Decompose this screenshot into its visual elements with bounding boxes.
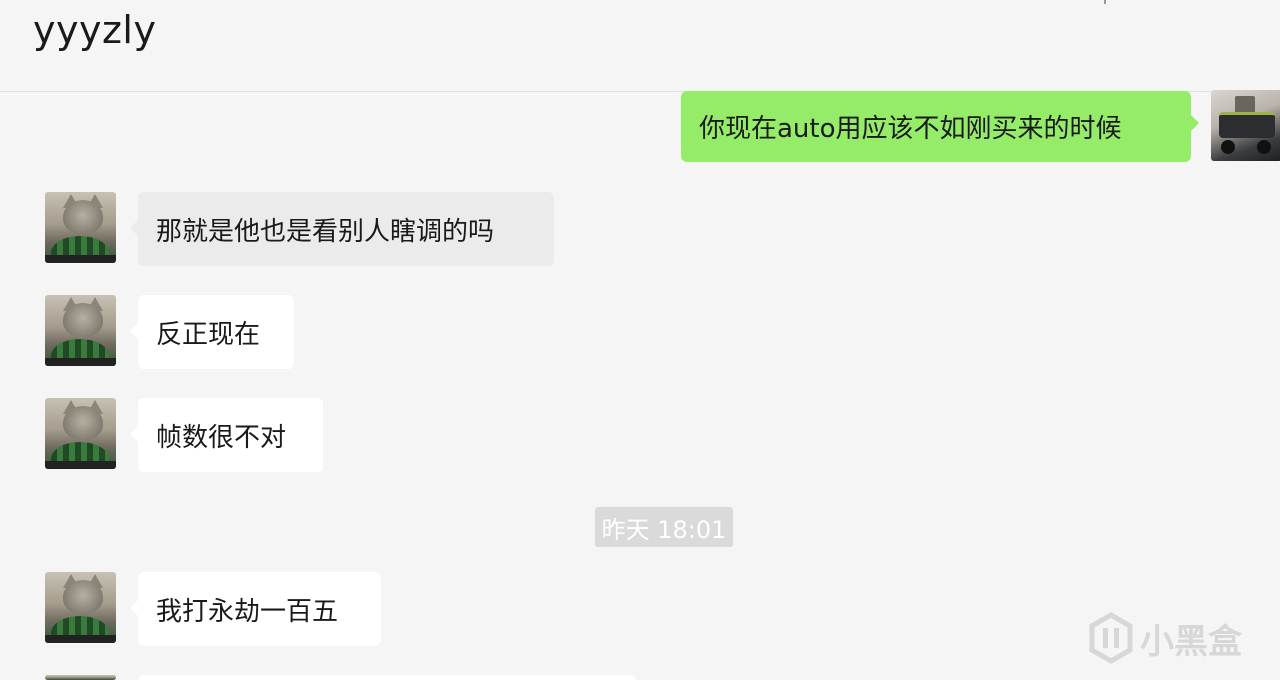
contact-avatar[interactable] — [45, 572, 116, 643]
message-bubble-incoming[interactable]: 我打永劫一百五 — [130, 572, 381, 646]
time-divider: 昨天 18:01 — [595, 507, 733, 547]
message-bubble-incoming[interactable]: 那就是他也是看别人瞎调的吗 — [130, 192, 554, 266]
watermark-text: 小黑盒 — [1140, 621, 1242, 662]
cat-head-shape — [63, 580, 103, 614]
message-bubble-incoming[interactable] — [138, 675, 636, 680]
chat-title[interactable]: yyyzly — [33, 8, 156, 52]
chat-header: yyyzly — [0, 0, 1280, 92]
message-bubble-incoming[interactable]: 反正现在 — [130, 295, 294, 369]
contact-avatar[interactable] — [45, 295, 116, 366]
cat-head-shape — [63, 406, 103, 440]
self-avatar[interactable] — [1211, 90, 1280, 161]
table-shape — [45, 635, 116, 643]
message-bubble-outgoing[interactable]: 你现在auto用应该不如刚买来的时候 — [681, 91, 1199, 162]
table-shape — [45, 255, 116, 263]
contact-avatar[interactable] — [45, 192, 116, 263]
cat-head-shape — [63, 303, 103, 337]
robot-body-shape — [1219, 112, 1275, 138]
chat-window: yyyzly 你现在auto用应该不如刚买来的时候 那就是他也是看别人瞎调的吗 … — [0, 0, 1280, 680]
contact-avatar[interactable] — [45, 675, 116, 680]
heybox-logo-icon — [1088, 612, 1134, 664]
message-bubble-incoming[interactable]: 帧数很不对 — [130, 398, 323, 472]
watermark: 小黑盒 — [1088, 610, 1242, 666]
header-divider-mark — [1104, 0, 1106, 4]
contact-avatar[interactable] — [45, 398, 116, 469]
robot-wheel-shape — [1221, 140, 1235, 154]
cat-head-shape — [63, 200, 103, 234]
robot-wheel-shape — [1257, 140, 1271, 154]
table-shape — [45, 358, 116, 366]
table-shape — [45, 461, 116, 469]
